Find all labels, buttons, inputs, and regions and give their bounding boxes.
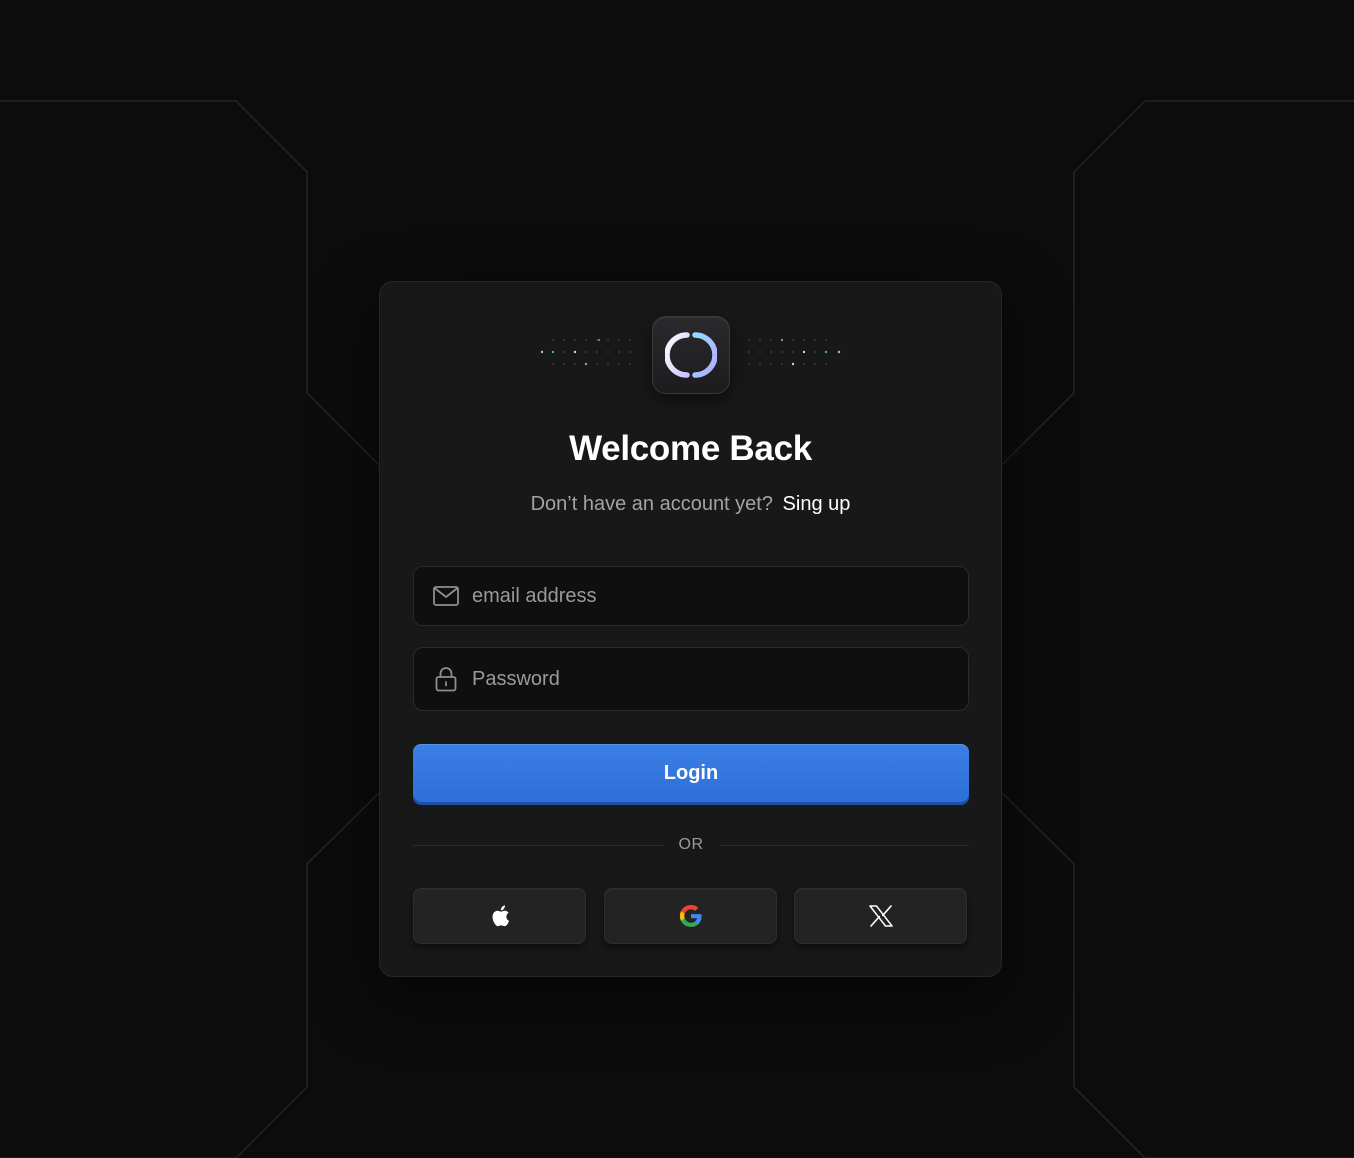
logo-ring-icon xyxy=(664,332,717,378)
mail-icon xyxy=(432,582,460,610)
email-input[interactable] xyxy=(460,567,968,625)
divider-line-right xyxy=(719,844,969,846)
email-field[interactable] xyxy=(413,566,969,626)
decorative-dots-right xyxy=(748,338,841,366)
password-input[interactable] xyxy=(460,648,968,710)
google-icon xyxy=(679,905,702,927)
login-button[interactable]: Login xyxy=(413,744,969,802)
or-divider: OR xyxy=(413,835,969,855)
password-field[interactable] xyxy=(413,647,969,711)
login-card: Welcome Back Don’t have an account yet? … xyxy=(379,281,1002,977)
logo-row xyxy=(380,316,1001,394)
app-logo xyxy=(651,316,730,394)
divider-label: OR xyxy=(678,836,704,853)
login-page: Welcome Back Don’t have an account yet? … xyxy=(0,0,1354,1158)
divider-line-left xyxy=(413,844,663,846)
lock-icon xyxy=(432,665,460,693)
page-title: Welcome Back xyxy=(569,429,812,468)
signup-link[interactable]: Sing up xyxy=(783,493,851,515)
decorative-dots-left xyxy=(540,338,631,366)
signup-prompt: Don’t have an account yet? Sing up xyxy=(380,493,1001,516)
x-signin-button[interactable] xyxy=(794,888,967,944)
apple-signin-button[interactable] xyxy=(413,888,586,944)
signup-prompt-text: Don’t have an account yet? xyxy=(530,493,773,515)
apple-icon xyxy=(492,905,509,927)
google-signin-button[interactable] xyxy=(604,888,777,944)
x-icon xyxy=(868,905,893,927)
